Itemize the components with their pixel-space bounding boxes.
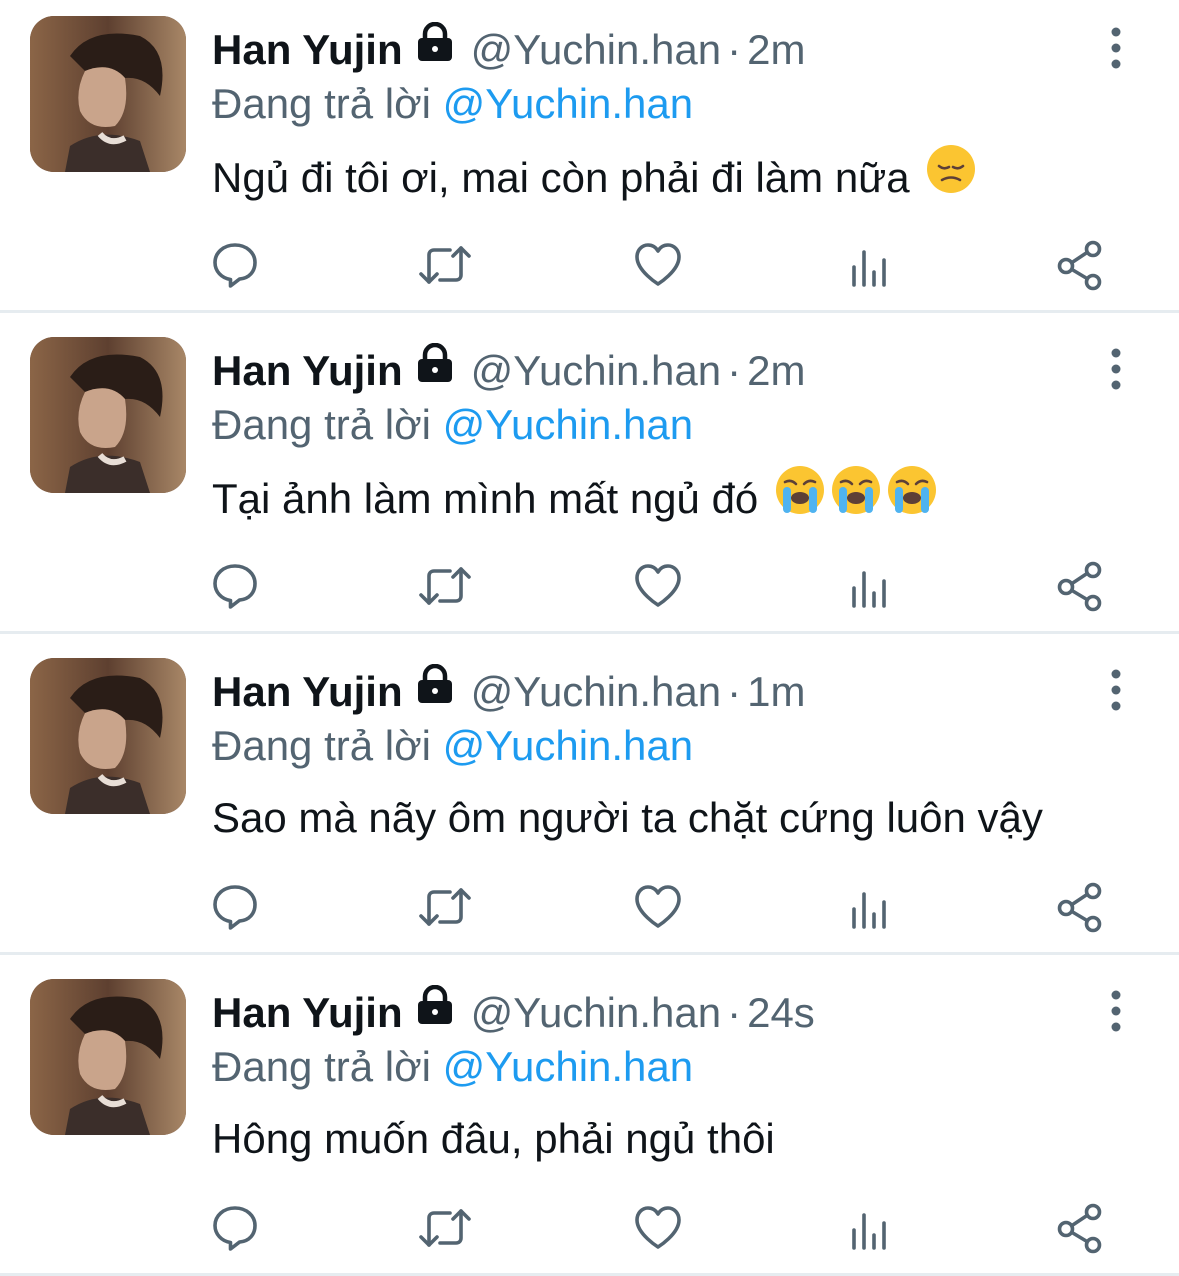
avatar[interactable] [30,16,186,172]
reply-prefix: Đang trả lời [212,80,431,127]
tweet-header: Han Yujin @Yuchin.han · 2m [212,341,805,399]
replying-to: Đang trả lời @Yuchin.han [212,718,693,774]
reply-mention-link[interactable]: @Yuchin.han [443,722,693,769]
tweet-header: Han Yujin @Yuchin.han · 1m [212,662,805,720]
more-vertical-icon [1098,990,1134,1039]
reply-button[interactable] [200,872,270,942]
loudly-crying-face-emoji [830,464,882,530]
reply-prefix: Đang trả lời [212,722,431,769]
more-options-button[interactable] [1098,666,1134,714]
reply-mention-link[interactable]: @Yuchin.han [443,401,693,448]
handle[interactable]: @Yuchin.han [471,668,721,715]
tweet[interactable]: Han Yujin @Yuchin.han · 24s Đang trả lời @Yu… [0,963,1179,1273]
separator: · [727,989,742,1036]
more-vertical-icon [1098,27,1134,76]
tweet-text-content: Hông muốn đâu, phải ngủ thôi [212,1115,775,1162]
lock-icon [413,341,457,397]
tweet-text-content: Sao mà nãy ôm người ta chặt cứng luôn vậ… [212,794,1043,841]
action-bar [0,551,1179,621]
tweet-text-content: Tại ảnh làm mình mất ngủ đó [212,475,759,523]
tweet[interactable]: Han Yujin @Yuchin.han · 2m Đang trả lời @Yuc… [0,321,1179,631]
share-button[interactable] [1045,1193,1115,1263]
reply-mention-link[interactable]: @Yuchin.han [443,1043,693,1090]
retweet-button[interactable] [410,1193,480,1263]
more-options-button[interactable] [1098,345,1134,393]
share-button[interactable] [1045,230,1115,300]
replying-to: Đang trả lời @Yuchin.han [212,397,693,453]
tweet-text-content: Ngủ đi tôi ơi, mai còn phải đi làm nữa [212,154,910,202]
analytics-button[interactable] [834,551,904,621]
tweet-header: Han Yujin @Yuchin.han · 24s [212,983,815,1041]
divider [0,952,1179,955]
action-bar [0,1193,1179,1263]
reply-prefix: Đang trả lời [212,401,431,448]
avatar[interactable] [30,658,186,814]
more-options-button[interactable] [1098,24,1134,72]
analytics-button[interactable] [834,230,904,300]
reply-button[interactable] [200,1193,270,1263]
handle[interactable]: @Yuchin.han [471,989,721,1036]
replying-to: Đang trả lời @Yuchin.han [212,76,693,132]
tweet[interactable]: Han Yujin @Yuchin.han · 1m Đang trả lời @Yuc… [0,642,1179,952]
disappointed-face-emoji [925,143,977,209]
lock-icon [413,20,457,76]
lock-icon [413,983,457,1039]
more-options-button[interactable] [1098,987,1134,1035]
like-button[interactable] [623,551,693,621]
display-name[interactable]: Han Yujin [212,989,403,1036]
display-name[interactable]: Han Yujin [212,26,403,73]
timestamp[interactable]: 24s [747,989,815,1036]
analytics-button[interactable] [834,1193,904,1263]
separator: · [727,26,742,73]
timeline: Han Yujin @Yuchin.han · 2m Đang trả lời @Yuc… [0,0,1179,1276]
more-vertical-icon [1098,669,1134,718]
separator: · [727,668,742,715]
display-name[interactable]: Han Yujin [212,347,403,394]
analytics-button[interactable] [834,872,904,942]
reply-mention-link[interactable]: @Yuchin.han [443,80,693,127]
tweet-text: Tại ảnh làm mình mất ngủ đó [212,466,938,529]
loudly-crying-face-emoji [774,464,826,530]
divider [0,631,1179,634]
avatar[interactable] [30,337,186,493]
retweet-button[interactable] [410,551,480,621]
timestamp[interactable]: 2m [747,26,805,73]
action-bar [0,872,1179,942]
reply-button[interactable] [200,551,270,621]
avatar[interactable] [30,979,186,1135]
retweet-button[interactable] [410,230,480,300]
tweet-text: Ngủ đi tôi ơi, mai còn phải đi làm nữa [212,145,977,208]
replying-to: Đang trả lời @Yuchin.han [212,1039,693,1095]
reply-prefix: Đang trả lời [212,1043,431,1090]
share-button[interactable] [1045,872,1115,942]
divider [0,310,1179,313]
like-button[interactable] [623,1193,693,1263]
handle[interactable]: @Yuchin.han [471,347,721,394]
timestamp[interactable]: 2m [747,347,805,394]
separator: · [727,347,742,394]
reply-button[interactable] [200,230,270,300]
like-button[interactable] [623,872,693,942]
timestamp[interactable]: 1m [747,668,805,715]
tweet-header: Han Yujin @Yuchin.han · 2m [212,20,805,78]
loudly-crying-face-emoji [886,464,938,530]
display-name[interactable]: Han Yujin [212,668,403,715]
tweet[interactable]: Han Yujin @Yuchin.han · 2m Đang trả lời @Yuc… [0,0,1179,310]
handle[interactable]: @Yuchin.han [471,26,721,73]
tweet-text: Sao mà nãy ôm người ta chặt cứng luôn vậ… [212,790,1043,850]
action-bar [0,230,1179,300]
retweet-button[interactable] [410,872,480,942]
more-vertical-icon [1098,348,1134,397]
like-button[interactable] [623,230,693,300]
lock-icon [413,662,457,718]
share-button[interactable] [1045,551,1115,621]
tweet-text: Hông muốn đâu, phải ngủ thôi [212,1111,775,1171]
